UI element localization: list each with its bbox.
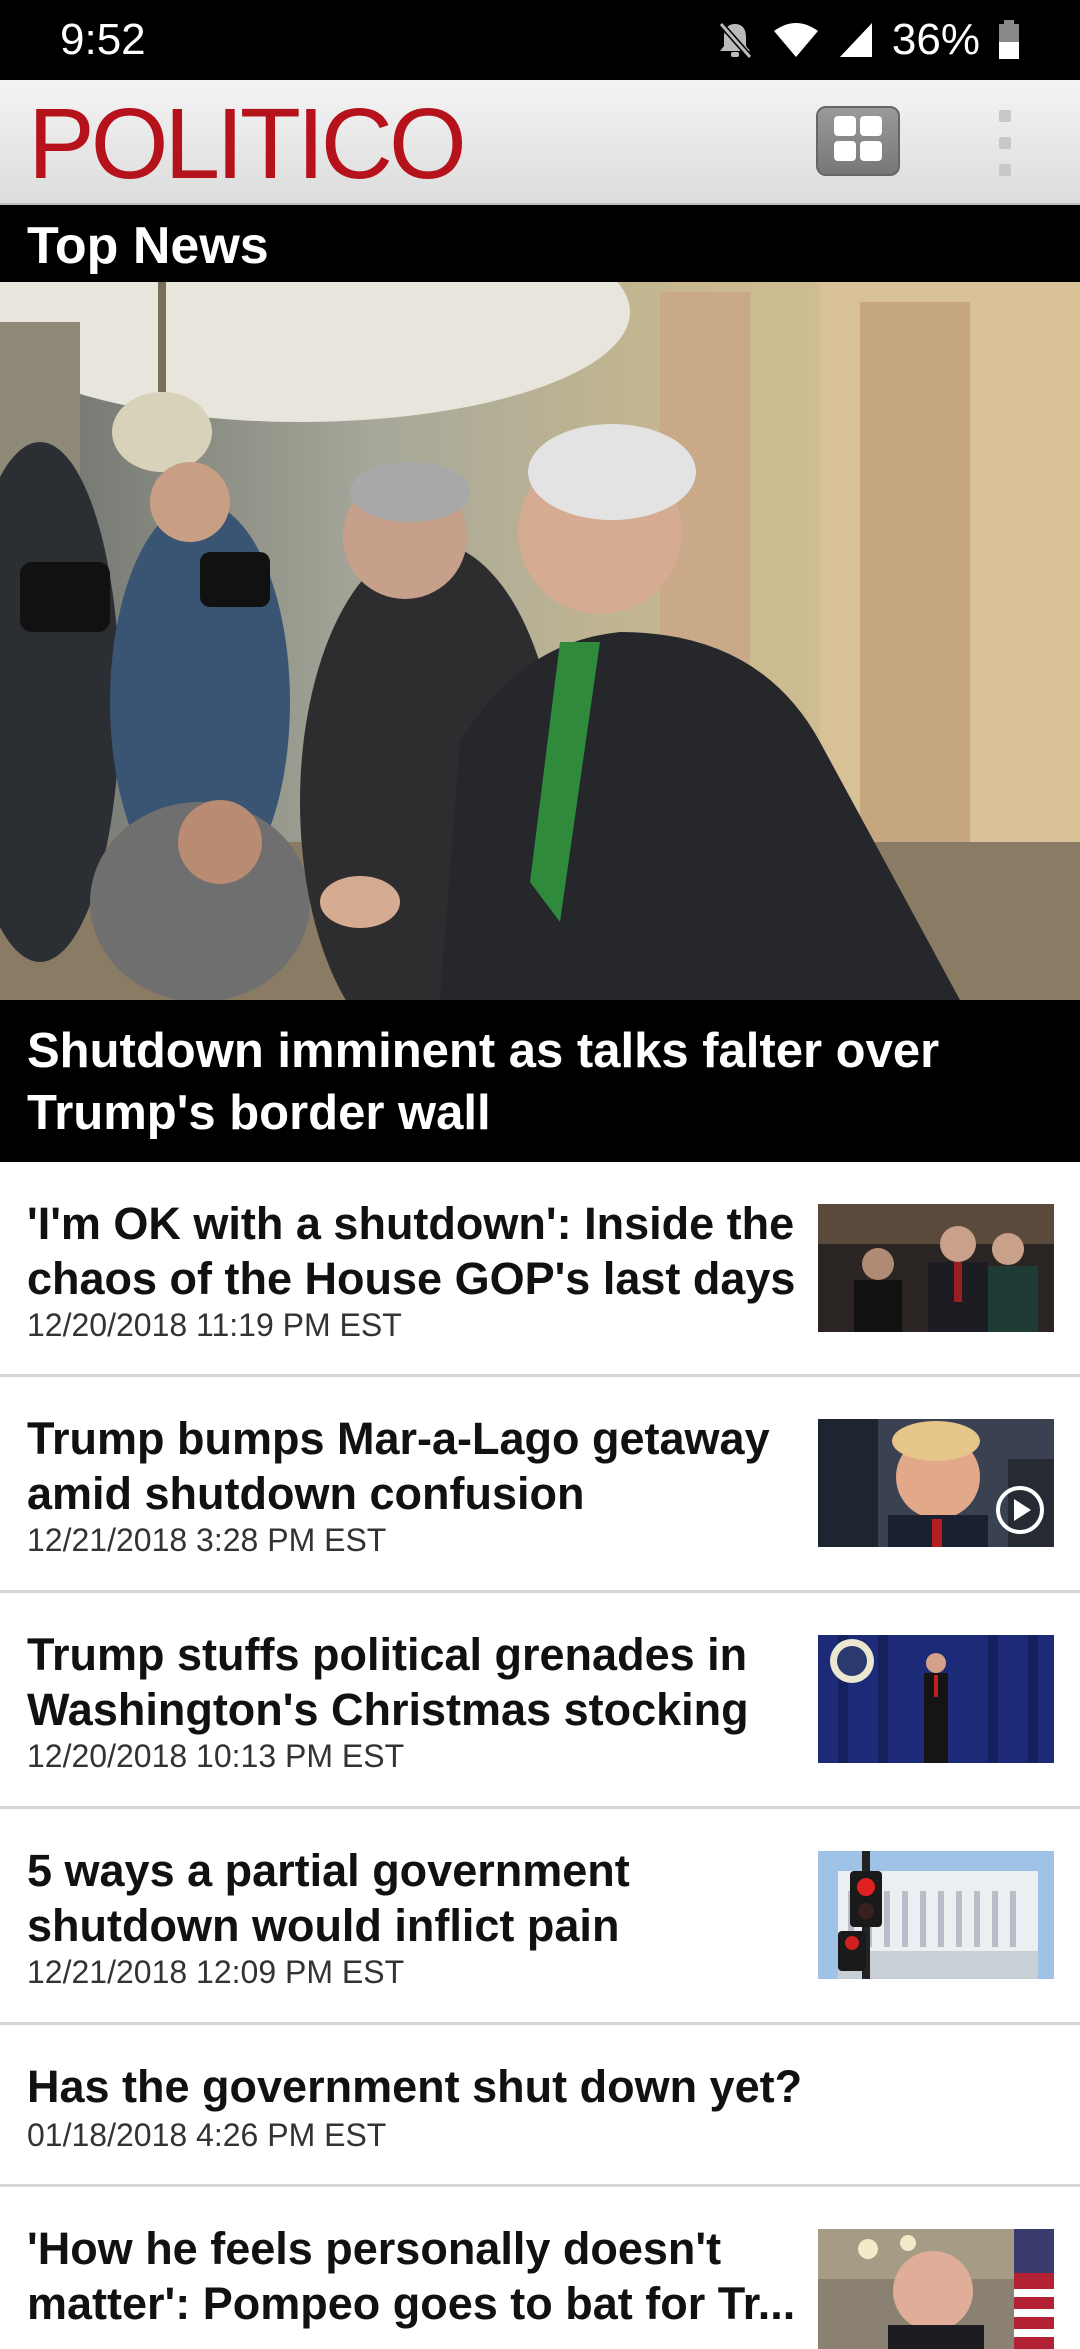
article-thumbnail — [818, 1204, 1054, 1332]
article-thumbnail — [818, 2229, 1054, 2349]
grid-icon — [832, 114, 884, 169]
news-list: 'I'm OK with a shutdown': Inside the cha… — [0, 1162, 1080, 2349]
overflow-menu-button[interactable] — [990, 110, 1020, 176]
overflow-menu-icon — [999, 110, 1011, 122]
play-video-icon[interactable] — [994, 1484, 1046, 1541]
article-thumbnail — [818, 1851, 1054, 1979]
hero-image[interactable] — [0, 282, 1080, 1000]
article-timestamp: 01/18/2018 4:26 PM EST — [27, 2117, 387, 2153]
app-bar: POLITICO — [0, 80, 1080, 205]
section-title: Top News — [0, 205, 1080, 282]
article-thumbnail — [818, 1419, 1054, 1547]
list-item[interactable]: 'How he feels personally doesn't matter'… — [0, 2187, 1080, 2349]
article-timestamp: 12/20/2018 10:13 PM EST — [27, 1738, 405, 1774]
article-headline: Trump stuffs political grenades in Washi… — [27, 1629, 749, 1735]
status-time: 9:52 — [60, 15, 146, 64]
list-item[interactable]: 5 ways a partial government shutdown wou… — [0, 1809, 1080, 2025]
grid-view-button[interactable] — [816, 106, 900, 176]
signal-icon — [838, 21, 874, 59]
politico-logo[interactable]: POLITICO — [28, 94, 467, 194]
wifi-icon — [772, 21, 820, 59]
article-headline: Has the government shut down yet? — [27, 2061, 803, 2112]
bell-off-icon — [716, 20, 754, 60]
list-item[interactable]: Trump stuffs political grenades in Washi… — [0, 1593, 1080, 1809]
hero-headline[interactable]: Shutdown imminent as talks falter over T… — [0, 1000, 1080, 1162]
battery-percent: 36% — [891, 15, 980, 64]
article-timestamp: 12/21/2018 12:09 PM EST — [27, 1954, 405, 1990]
article-headline: 5 ways a partial government shutdown wou… — [27, 1845, 630, 1951]
article-headline: 'How he feels personally doesn't matter'… — [27, 2223, 796, 2329]
status-bar: 9:52 36% — [0, 0, 1080, 80]
list-item[interactable]: Trump bumps Mar-a-Lago getaway amid shut… — [0, 1377, 1080, 1593]
list-item[interactable]: Has the government shut down yet? 01/18/… — [0, 2025, 1080, 2187]
article-thumbnail — [818, 1635, 1054, 1763]
list-item[interactable]: 'I'm OK with a shutdown': Inside the cha… — [0, 1162, 1080, 1377]
article-timestamp: 12/20/2018 11:19 PM EST — [27, 1307, 402, 1343]
article-headline: Trump bumps Mar-a-Lago getaway amid shut… — [27, 1413, 770, 1519]
status-icons: 36% — [716, 15, 1020, 65]
article-timestamp: 12/21/2018 3:28 PM EST — [27, 1522, 387, 1558]
article-headline: 'I'm OK with a shutdown': Inside the cha… — [27, 1198, 796, 1304]
battery-icon — [998, 20, 1020, 60]
